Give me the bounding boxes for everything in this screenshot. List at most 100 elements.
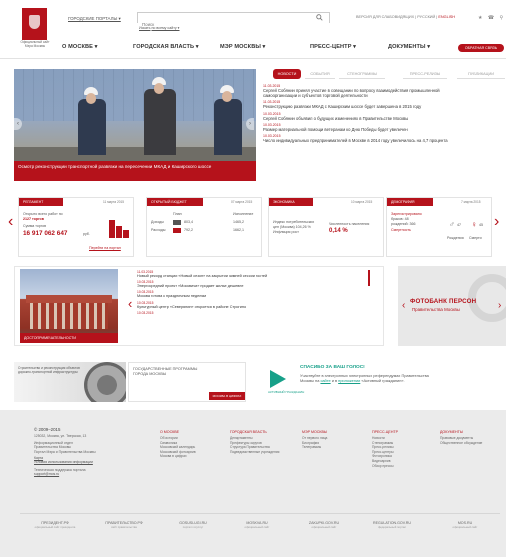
publications-prev-arrow[interactable]: ‹ xyxy=(128,296,132,311)
nav-city-authority[interactable]: ГОРОДСКАЯ ВЛАСТЬ ▾ xyxy=(133,44,199,50)
widget-tenders[interactable]: РЕГЛАМЕНТ 11 марта 2015 Открыто всего ра… xyxy=(18,197,134,257)
state-programs-title[interactable]: ГОСУДАРСТВЕННЫЕ ПРОГРАММЫ ГОРОДА МОСКВЫ xyxy=(133,367,203,376)
footer-terms-link[interactable]: Условия использования информации xyxy=(34,460,93,464)
widget-col-header: План xyxy=(173,212,182,216)
nav-about-moscow[interactable]: О МОСКВЕ ▾ xyxy=(62,44,98,50)
search-icon[interactable] xyxy=(316,14,323,21)
moscow-logo[interactable] xyxy=(22,8,47,40)
publication-item[interactable]: 11.03.2015 Новый рекорд станции «Новый се… xyxy=(137,270,367,279)
landmark-caption[interactable]: ДОСТОПРИМЕЧАТЕЛЬНОСТИ xyxy=(20,333,118,343)
publication-title[interactable]: Культурный центр «Северянин» откроется в… xyxy=(137,305,367,310)
partner-sub: официальный сайт президента xyxy=(34,525,76,530)
widget-text: Сумма торгов xyxy=(23,224,47,228)
search-scope-link[interactable]: по всему сайту ▾ xyxy=(151,26,179,30)
search-scope[interactable]: Искать по всему сайту ▾ xyxy=(139,26,180,30)
photobank-next-arrow[interactable]: › xyxy=(498,300,501,311)
widget-link[interactable]: Перейти на портал xyxy=(89,246,121,251)
hero-caption[interactable]: Осмотр реконструкции транспортной развяз… xyxy=(14,161,256,181)
news-title[interactable]: Размер материальной помощи ветеранам ко … xyxy=(263,127,506,132)
footer-map-link[interactable]: Карта xyxy=(34,456,43,460)
publication-title[interactable]: Энергосредний проект «Москвичи» продает … xyxy=(137,284,367,289)
accessibility-link[interactable]: ВЕРСИЯ ДЛЯ СЛАБОВИДЯЩИХ xyxy=(356,15,414,19)
widgets-next-arrow[interactable]: › xyxy=(494,213,499,231)
partner-link[interactable]: GOSUSLUGI.RU портал госуслуг xyxy=(168,521,218,530)
widgets-prev-arrow[interactable]: ‹ xyxy=(8,213,13,231)
infrastructure-banner[interactable]: Строительство и реконструкция объектов д… xyxy=(14,362,126,402)
building-columns xyxy=(30,303,108,329)
news-title[interactable]: Реконструкцию развязки МКАД с Каширским … xyxy=(263,104,506,109)
footer-link[interactable]: Общественное обсуждение xyxy=(440,441,482,446)
active-citizen-site-link[interactable]: сайте xyxy=(320,378,330,383)
tab-transcripts[interactable]: СТЕНОГРАММЫ xyxy=(339,69,385,79)
feedback-button[interactable]: ОБРАТНАЯ СВЯЗЬ xyxy=(458,44,504,52)
nav-mayor[interactable]: МЭР МОСКВЫ ▾ xyxy=(220,44,265,50)
partner-link[interactable]: ZAKUPKI.GOV.RU официальный сайт xyxy=(296,521,352,530)
publication-title[interactable]: Москва готова к праздничным неделям xyxy=(137,294,367,299)
active-citizen-text-d: «Активный гражданин». xyxy=(361,378,405,383)
partner-link[interactable]: MOSKVA.RU официальный сайт xyxy=(232,521,282,530)
partner-link[interactable]: ПРАВИТЕЛЬСТВО.РФ сайт правительства xyxy=(96,521,152,530)
male-icon: ♂ xyxy=(449,220,455,229)
photobank-title[interactable]: ФОТОБАНК ПЕРСОН xyxy=(410,298,476,305)
publication-item[interactable]: 10.03.2015 xyxy=(137,311,367,315)
search-box[interactable] xyxy=(137,12,330,29)
footer-contacts: © 2009–2015 125032, Москва, ул. Тверская… xyxy=(34,427,134,477)
hero-next-arrow[interactable]: › xyxy=(246,118,254,130)
news-title[interactable]: Сергей Собянин объявил о будущих изменен… xyxy=(263,116,506,121)
publication-item[interactable]: 10.03.2015 Энергосредний проект «Москвичи… xyxy=(137,280,367,289)
lang-links: ВЕРСИЯ ДЛЯ СЛАБОВИДЯЩИХ | РУССКИЙ | ENGL… xyxy=(356,15,456,19)
widget-economy[interactable]: ЭКОНОМИКА 10 марта 2015 Индекс потребите… xyxy=(268,197,384,257)
news-title[interactable]: самоорганизации и субъектов торговой дея… xyxy=(263,93,506,98)
footer-link[interactable]: Подведомственные учреждения xyxy=(230,450,279,455)
moscow-in-numbers-button[interactable]: МОСКВА В ЦИФРАХ xyxy=(209,392,245,400)
widget-title: РЕГЛАМЕНТ xyxy=(19,198,63,206)
news-title[interactable]: Число индивидуальных предпринимателей в … xyxy=(263,138,506,143)
lang-en[interactable]: ENGLISH xyxy=(438,15,455,19)
lang-ru[interactable]: РУССКИЙ xyxy=(417,15,435,19)
tab-events[interactable]: СОБЫТИЯ xyxy=(305,69,335,79)
footer-link[interactable]: Москва в цифрах xyxy=(160,454,196,459)
hero-face xyxy=(86,93,96,104)
nav-documents[interactable]: ДОКУМЕНТЫ ▾ xyxy=(388,44,430,50)
header-icons[interactable]: ★ ☎ ⚲ xyxy=(478,15,505,21)
widget-text: Рождения xyxy=(447,236,464,240)
news-item[interactable]: 11.03.2015 Реконструкцию развязки МКАД с … xyxy=(263,100,506,109)
widget-budget[interactable]: ОТКРЫТЫЙ БЮДЖЕТ 07 марта 2015 План Испол… xyxy=(146,197,262,257)
active-citizen-title[interactable]: СПАСИБО ЗА ВАШ ГОЛОС! xyxy=(300,365,365,370)
footer-link[interactable]: Обзор прессы xyxy=(372,464,398,469)
news-item[interactable]: 11.03.2015 Сергей Собянин принял участие … xyxy=(263,84,506,98)
news-item[interactable]: 10.03.2015 Число индивидуальных предприни… xyxy=(263,134,506,143)
footer-support-email[interactable]: support@mos.ru xyxy=(34,472,59,476)
footer-link[interactable]: Телеграммы xyxy=(302,445,327,450)
partner-link[interactable]: MOS.RU официальный сайт xyxy=(440,521,490,530)
tab-publications[interactable]: ПУБЛИКАЦИИ xyxy=(457,69,505,79)
tab-press-releases[interactable]: ПРЕСС-РЕЛИЗЫ xyxy=(403,69,447,79)
widget-value: 47 xyxy=(457,223,461,227)
active-citizen-icon[interactable] xyxy=(270,370,286,388)
footer-link[interactable]: От первого лица xyxy=(302,436,327,441)
publications-scrollbar[interactable] xyxy=(368,270,370,286)
news-item[interactable]: 10.03.2015 Размер материальной помощи вет… xyxy=(263,123,506,132)
hero-face xyxy=(222,91,232,102)
photobank-banner[interactable] xyxy=(398,266,506,346)
widget-demography[interactable]: ДЕМОГРАФИЯ 7 марта 2015 Зарегистрировано… xyxy=(386,197,492,257)
news-item[interactable]: 10.03.2015 Сергей Собянин объявил о будущ… xyxy=(263,112,506,121)
publication-item[interactable]: 10.03.2015 Культурный центр «Северянин» о… xyxy=(137,301,367,310)
infrastructure-text: Строительство и реконструкция объектов д… xyxy=(18,366,80,375)
widget-big-number: 16 917 062 647 xyxy=(23,230,68,237)
logo-caption: Официальный сайт Мэра Москвы xyxy=(20,40,50,48)
partner-link[interactable]: ПРЕЗИДЕНТ.РФ официальный сайт президента xyxy=(30,521,80,530)
landmark-image[interactable] xyxy=(20,269,118,343)
widget-text: цен (Москва) 104,26 % xyxy=(273,225,311,229)
nav-divider xyxy=(0,58,506,59)
city-portals-link[interactable]: ГОРОДСКИЕ ПОРТАЛЫ ▾ xyxy=(68,16,121,22)
publication-item[interactable]: 10.03.2015 Москва готова к праздничным не… xyxy=(137,290,367,299)
tab-news[interactable]: НОВОСТИ xyxy=(273,69,301,79)
nav-press-center[interactable]: ПРЕСС-ЦЕНТР ▾ xyxy=(310,44,356,50)
widget-text: Расходы xyxy=(151,228,166,232)
widget-text: Доходы xyxy=(151,220,164,224)
publication-title[interactable]: Новый рекорд станции «Новый сезон» на за… xyxy=(137,274,367,279)
active-citizen-app-link[interactable]: приложении xyxy=(338,378,360,383)
partner-link[interactable]: REGULATION.GOV.RU федеральный портал xyxy=(362,521,422,530)
photobank-prev-arrow[interactable]: ‹ xyxy=(402,300,405,311)
